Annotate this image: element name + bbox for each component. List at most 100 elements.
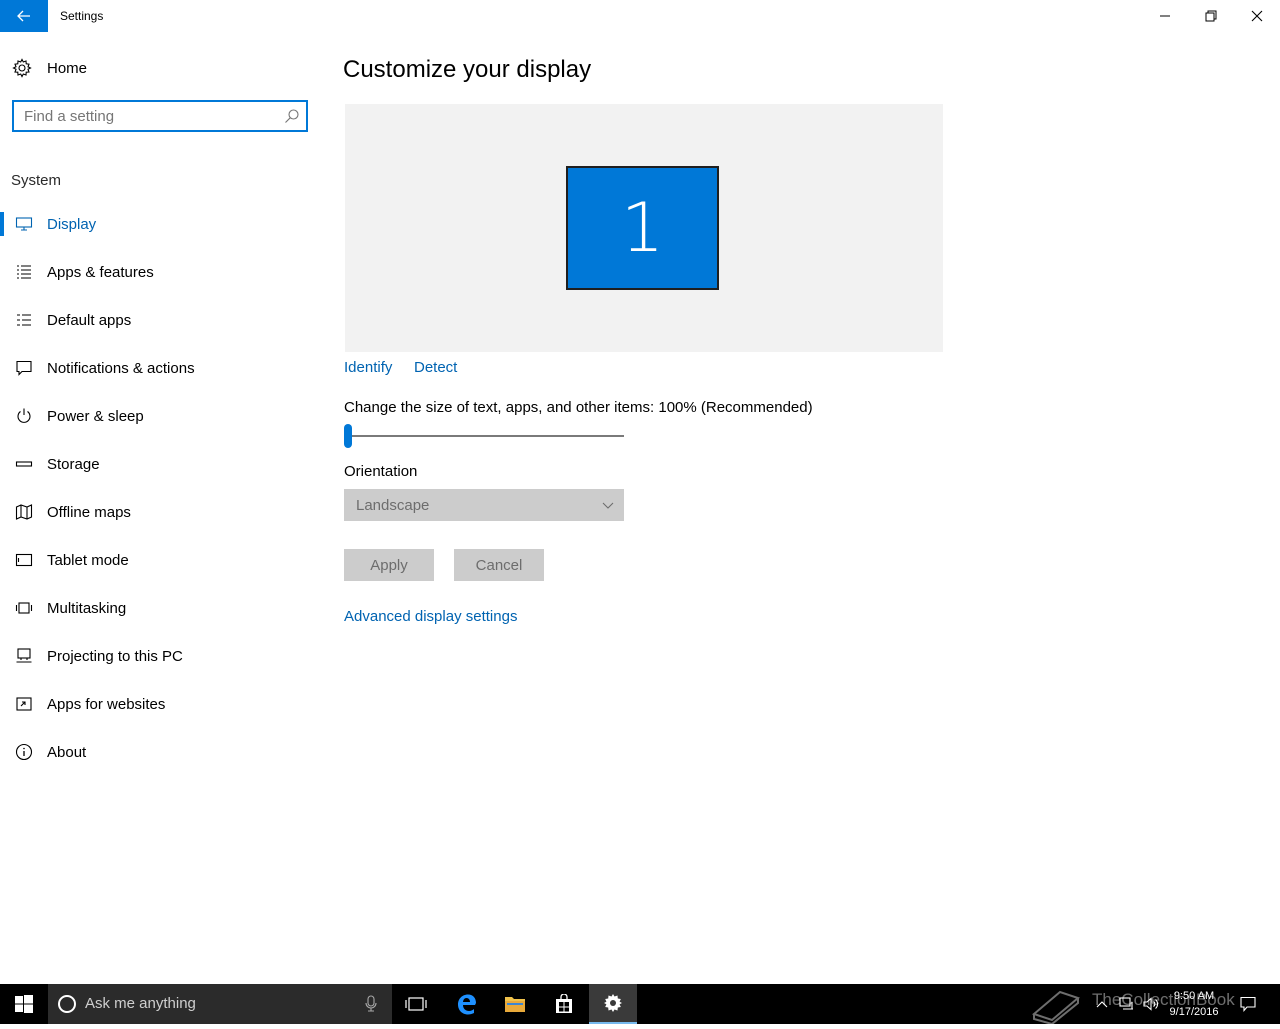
sidebar-item-offline-maps[interactable]: Offline maps — [0, 488, 320, 536]
task-view-icon — [405, 997, 427, 1011]
clock-time: 9:50 AM — [1173, 990, 1215, 1002]
slider-track — [344, 435, 624, 437]
sidebar-item-label: Default apps — [47, 311, 132, 329]
clock-date: 9/17/2016 — [1169, 1006, 1219, 1018]
sidebar-item-multitasking[interactable]: Multitasking — [0, 584, 320, 632]
power-icon — [14, 406, 34, 426]
multitasking-icon — [14, 598, 34, 618]
projecting-icon — [14, 646, 34, 666]
info-icon — [14, 742, 34, 762]
task-view-button[interactable] — [392, 984, 440, 1024]
search-input[interactable] — [24, 107, 274, 125]
folder-icon — [505, 997, 525, 1012]
apps-websites-icon — [14, 694, 34, 714]
action-center-button[interactable] — [1232, 984, 1264, 1024]
close-button[interactable] — [1234, 0, 1280, 32]
taskbar-edge[interactable] — [443, 984, 491, 1024]
network-icon — [1119, 997, 1133, 1010]
message-icon — [14, 358, 34, 378]
back-button[interactable] — [0, 0, 48, 32]
chevron-up-icon — [1096, 1001, 1108, 1008]
sidebar-item-tablet-mode[interactable]: Tablet mode — [0, 536, 320, 584]
scale-slider[interactable] — [344, 424, 624, 448]
gear-icon — [12, 58, 32, 78]
display-number: 1 — [620, 188, 665, 268]
slider-thumb[interactable] — [344, 424, 352, 448]
taskbar-store[interactable] — [540, 984, 588, 1024]
chevron-down-icon — [602, 498, 614, 516]
windows-logo-icon — [15, 995, 33, 1013]
sidebar-item-label: About — [47, 743, 87, 761]
selection-indicator — [0, 212, 4, 236]
gear-icon — [604, 994, 622, 1012]
restore-icon — [1205, 10, 1217, 22]
sidebar-item-label: Apps & features — [47, 263, 154, 281]
store-icon — [556, 994, 572, 1013]
tablet-icon — [14, 550, 34, 570]
sidebar-item-label: Tablet mode — [47, 551, 129, 569]
map-icon — [14, 502, 34, 522]
taskbar-file-explorer[interactable] — [491, 984, 539, 1024]
title-bar: Settings — [0, 0, 1280, 32]
identify-link[interactable]: Identify — [344, 359, 392, 376]
restore-button[interactable] — [1188, 0, 1234, 32]
search-icon[interactable] — [284, 108, 300, 129]
close-icon — [1251, 10, 1263, 22]
monitor-icon — [14, 214, 34, 234]
sidebar-item-label: Multitasking — [47, 599, 127, 617]
nav-list: Display Apps & features Default apps Not… — [0, 200, 320, 776]
display-arrangement-area: 1 — [345, 104, 943, 352]
sidebar-item-storage[interactable]: Storage — [0, 440, 320, 488]
start-button[interactable] — [0, 984, 48, 1024]
sidebar-item-label: Storage — [47, 455, 100, 473]
taskbar: Ask me anything TheCollectionBook 9:50 A… — [0, 984, 1280, 1026]
sidebar-item-power-sleep[interactable]: Power & sleep — [0, 392, 320, 440]
sidebar-item-label: Apps for websites — [47, 695, 166, 713]
list-icon — [14, 262, 34, 282]
storage-icon — [14, 454, 34, 474]
back-arrow-icon — [17, 10, 30, 22]
sidebar-item-display[interactable]: Display — [0, 200, 320, 248]
sidebar-item-default-apps[interactable]: Default apps — [0, 296, 320, 344]
cortana-placeholder: Ask me anything — [85, 995, 196, 1012]
action-center-icon — [1240, 996, 1256, 1012]
tray-overflow-button[interactable] — [1092, 984, 1112, 1024]
search-box[interactable] — [12, 100, 308, 132]
home-label: Home — [47, 59, 88, 77]
network-button[interactable] — [1116, 984, 1138, 1024]
advanced-display-settings-link[interactable]: Advanced display settings — [344, 608, 517, 625]
detect-link[interactable]: Detect — [414, 359, 457, 376]
sidebar-item-apps-for-websites[interactable]: Apps for websites — [0, 680, 320, 728]
clock[interactable]: 9:50 AM 9/17/2016 — [1164, 988, 1224, 1020]
orientation-dropdown[interactable]: Landscape — [344, 489, 624, 521]
cortana-icon — [58, 995, 76, 1013]
minimize-icon — [1160, 15, 1170, 17]
sidebar-item-label: Power & sleep — [47, 407, 144, 425]
default-apps-icon — [14, 310, 34, 330]
window-title: Settings — [60, 9, 104, 23]
sidebar-item-apps-features[interactable]: Apps & features — [0, 248, 320, 296]
orientation-label: Orientation — [344, 463, 418, 480]
microphone-icon[interactable] — [364, 995, 378, 1018]
apply-button[interactable]: Apply — [344, 549, 434, 581]
taskbar-settings[interactable] — [589, 984, 637, 1024]
sidebar-item-about[interactable]: About — [0, 728, 320, 776]
speaker-icon — [1143, 997, 1158, 1011]
scale-label: Change the size of text, apps, and other… — [344, 399, 813, 416]
cortana-search-box[interactable]: Ask me anything — [48, 984, 392, 1024]
sidebar-item-projecting[interactable]: Projecting to this PC — [0, 632, 320, 680]
main-content: Customize your display 1 Identify Detect… — [320, 32, 1280, 984]
book-icon — [1031, 990, 1081, 1026]
minimize-button[interactable] — [1142, 0, 1188, 32]
sidebar-item-label: Projecting to this PC — [47, 647, 183, 665]
orientation-value: Landscape — [356, 496, 430, 514]
sidebar-item-notifications[interactable]: Notifications & actions — [0, 344, 320, 392]
sidebar: Home System Display Apps & features — [0, 32, 320, 984]
sidebar-item-label: Notifications & actions — [47, 359, 195, 377]
volume-button[interactable] — [1140, 984, 1162, 1024]
display-tile-1[interactable]: 1 — [566, 166, 719, 290]
sidebar-item-label: Offline maps — [47, 503, 131, 521]
cancel-button[interactable]: Cancel — [454, 549, 544, 581]
home-nav-item[interactable]: Home — [12, 54, 308, 82]
page-title: Customize your display — [343, 56, 592, 83]
